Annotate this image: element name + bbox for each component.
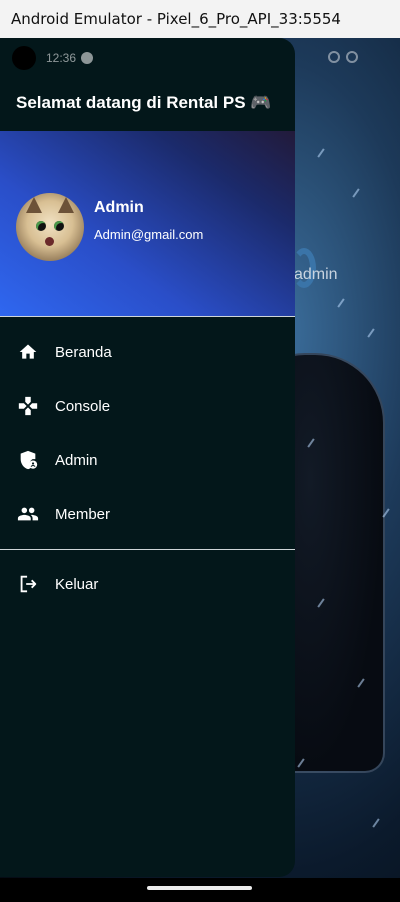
menu-item-member[interactable]: Member	[0, 487, 295, 541]
menu-item-console[interactable]: Console	[0, 379, 295, 433]
menu-item-beranda[interactable]: Beranda	[0, 325, 295, 379]
background-light-streak	[317, 148, 325, 158]
header-divider	[0, 316, 295, 317]
admin-shield-icon	[16, 448, 40, 472]
emulator-title-bar: Android Emulator - Pixel_6_Pro_API_33:55…	[0, 0, 400, 38]
menu-item-label: Beranda	[55, 343, 112, 361]
status-time: 12:36	[46, 51, 77, 65]
menu-item-label: Keluar	[55, 575, 99, 593]
status-icons	[328, 51, 358, 63]
people-icon	[16, 502, 40, 526]
user-avatar[interactable]	[16, 193, 84, 261]
menu-item-admin[interactable]: Admin	[0, 433, 295, 487]
drawer-header: Admin Admin@gmail.com	[0, 131, 295, 316]
background-light-streak	[367, 328, 375, 338]
gesture-navigation-handle[interactable]	[147, 886, 252, 890]
notification-icon	[81, 52, 94, 64]
menu-item-keluar[interactable]: Keluar	[0, 557, 295, 611]
user-email: Admin@gmail.com	[94, 227, 204, 242]
window-title: Android Emulator - Pixel_6_Pro_API_33:55…	[11, 10, 341, 28]
background-light-streak	[352, 188, 360, 198]
menu-divider	[0, 549, 295, 550]
menu-item-label: Console	[55, 397, 111, 415]
background-light-streak	[372, 818, 380, 828]
camera-cutout	[12, 46, 36, 70]
menu-item-label: Member	[55, 505, 111, 523]
background-admin-label: admin	[294, 266, 338, 283]
background-light-streak	[337, 298, 345, 308]
wifi-icon	[328, 51, 340, 63]
logout-icon	[16, 572, 40, 596]
gamepad-icon	[16, 394, 40, 418]
phone-screen: admin 12:36 Selamat datang di Rental PS …	[0, 38, 400, 902]
menu-item-label: Admin	[55, 451, 98, 469]
navigation-drawer: Selamat datang di Rental PS 🎮 Admin Admi…	[0, 38, 295, 877]
status-bar: 12:36	[0, 38, 400, 78]
user-name: Admin	[94, 199, 144, 216]
signal-icon	[346, 51, 358, 63]
home-icon	[16, 340, 40, 364]
drawer-title: Selamat datang di Rental PS 🎮	[16, 93, 272, 112]
